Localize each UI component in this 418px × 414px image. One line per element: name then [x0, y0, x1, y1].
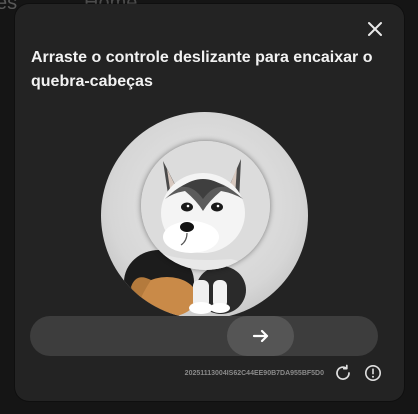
refresh-button[interactable]	[332, 362, 354, 384]
slider-handle[interactable]	[227, 316, 294, 356]
info-button[interactable]	[362, 362, 384, 384]
close-icon	[368, 22, 382, 36]
captcha-id: 20251113004IS62C44EE90B7DA955BF5D0	[184, 369, 324, 377]
background-text: es	[0, 0, 18, 14]
puzzle-piece	[141, 141, 270, 270]
slider-track[interactable]	[30, 316, 378, 356]
captcha-dialog: Arraste o controle deslizante para encai…	[15, 4, 404, 401]
captcha-footer: 20251113004IS62C44EE90B7DA955BF5D0	[185, 362, 384, 384]
info-icon	[365, 365, 381, 381]
dialog-title: Arraste o controle deslizante para encai…	[31, 49, 373, 90]
arrow-right-icon	[252, 329, 268, 343]
puzzle-piece-circle	[141, 141, 270, 270]
refresh-icon	[336, 364, 350, 380]
close-button[interactable]	[364, 18, 386, 40]
